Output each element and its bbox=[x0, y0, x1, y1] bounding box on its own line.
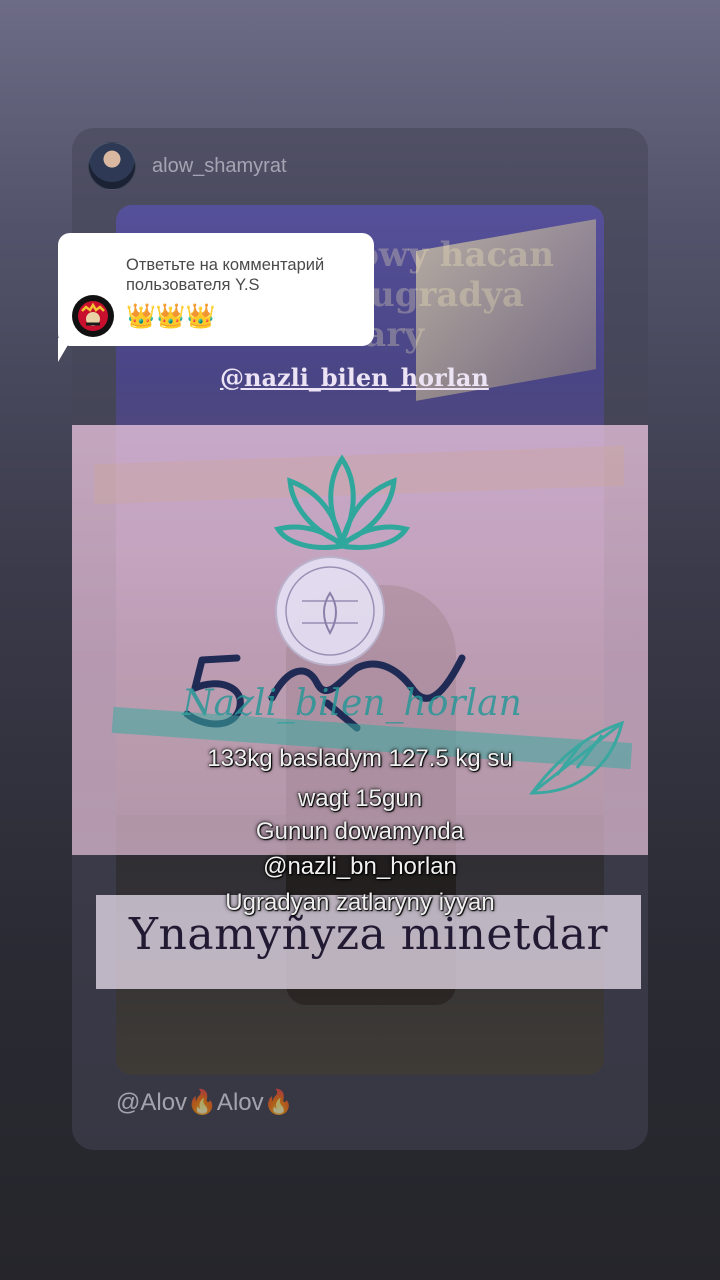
reply-comment-text: 👑👑👑 bbox=[126, 303, 216, 330]
caption-text-3: Gunun dowamynda bbox=[255, 818, 465, 845]
post-footer-mentions[interactable]: @Alov🔥Alov🔥 bbox=[116, 1088, 294, 1117]
post-header: alow_shamyrat bbox=[88, 142, 287, 190]
caption-text-2: wagt 15gun bbox=[297, 785, 423, 812]
commenter-avatar bbox=[72, 295, 114, 337]
lotus-logo-icon bbox=[274, 454, 410, 550]
author-username[interactable]: alow_shamyrat bbox=[152, 155, 287, 178]
caption-line-1: 133kg basladym 127.5 kg su bbox=[72, 745, 648, 773]
author-avatar[interactable] bbox=[88, 142, 136, 190]
caption-line-4: @nazli_bn_horlan bbox=[72, 853, 648, 881]
caption-line-3: Gunun dowamynda bbox=[72, 818, 648, 846]
caption-text-4[interactable]: @nazli_bn_horlan bbox=[263, 853, 457, 880]
reply-sticker-tail bbox=[58, 338, 72, 362]
reply-to-comment-sticker[interactable]: Ответьте на комментарий пользователя Y.S… bbox=[58, 233, 374, 346]
reply-title: Ответьте на комментарий пользователя Y.S bbox=[126, 256, 325, 294]
commenter-logo-icon bbox=[78, 301, 108, 331]
caption-text-1: 133kg basladym 127.5 kg su bbox=[207, 745, 513, 772]
caption-text-5: Ugradyan zatlaryny iyyan bbox=[225, 889, 495, 916]
caption-line-5: Ugradyan zatlaryny iyyan bbox=[72, 889, 648, 917]
caption-line-2: wagt 15gun bbox=[72, 785, 648, 813]
video-handle[interactable]: @nazli_bilen_horlan bbox=[220, 363, 489, 392]
